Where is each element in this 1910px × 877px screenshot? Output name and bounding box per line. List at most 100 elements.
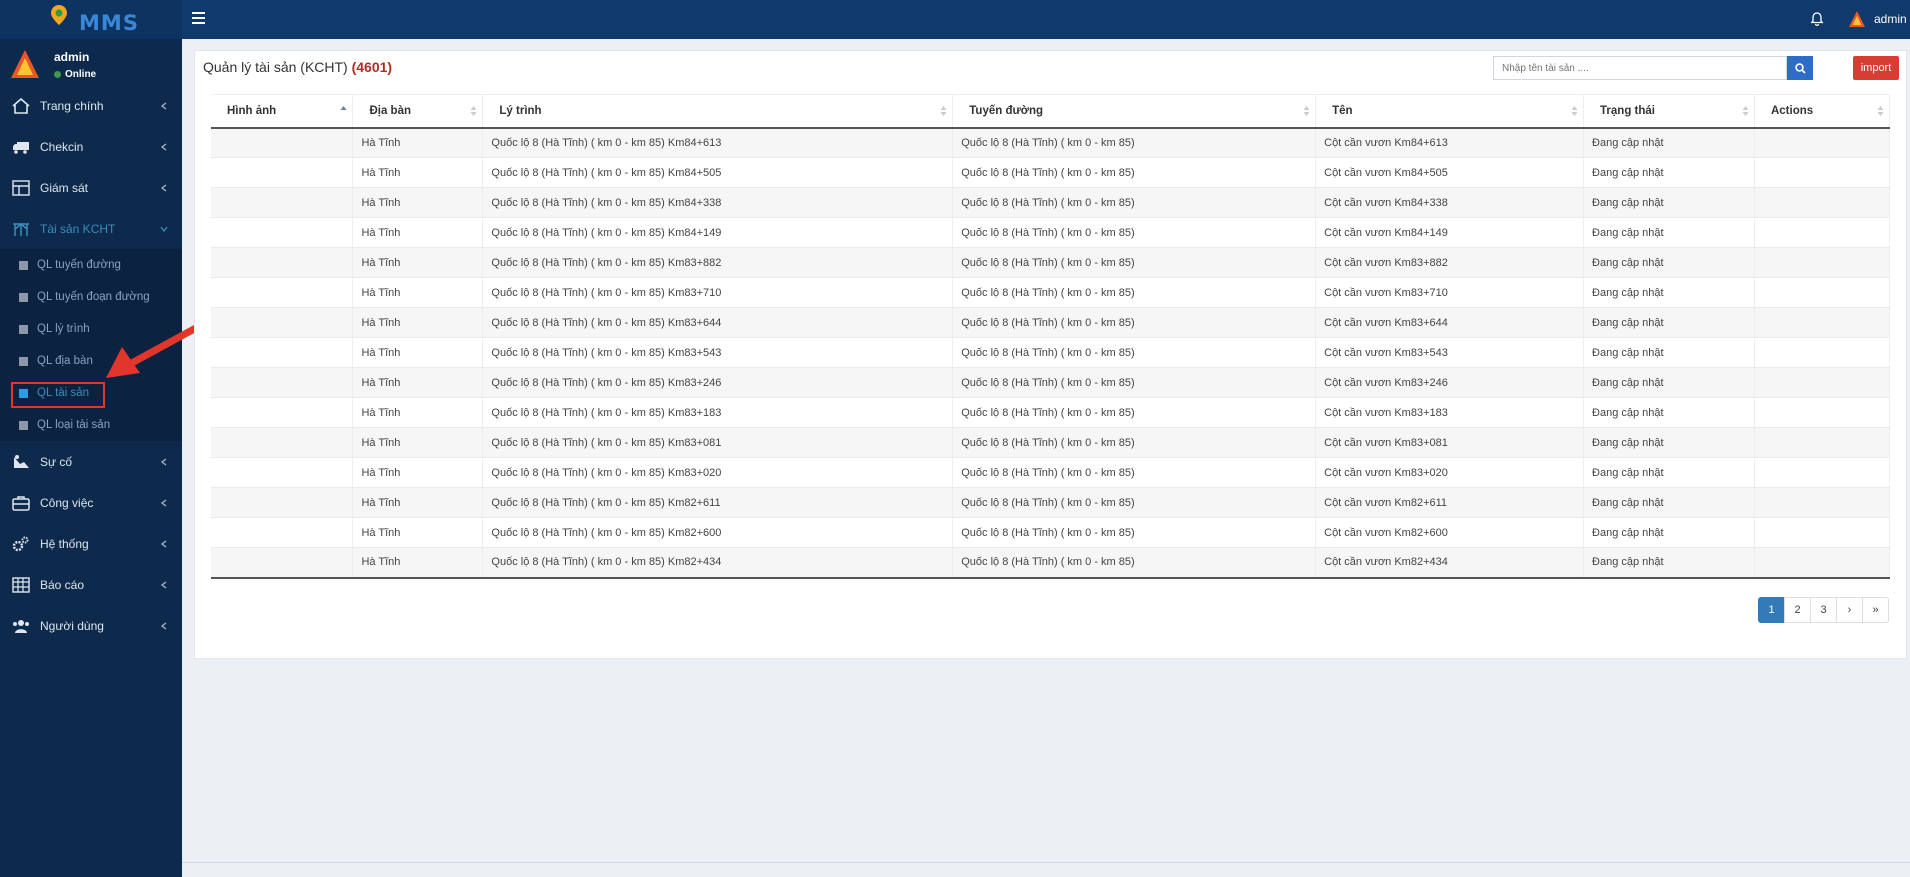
record-count: (4601): [351, 59, 393, 75]
sidebar-item-su-co[interactable]: Sự cố: [0, 441, 182, 482]
sidebar-item-he-thong[interactable]: Hệ thống: [0, 523, 182, 564]
table-row[interactable]: Hà Tĩnh Quốc lộ 8 (Hà Tĩnh) ( km 0 - km 8…: [211, 397, 1891, 428]
table-cell: Hà Tĩnh: [352, 247, 484, 278]
table-row[interactable]: Hà Tĩnh Quốc lộ 8 (Hà Tĩnh) ( km 0 - km 8…: [211, 307, 1891, 338]
logo-text: MMS: [79, 10, 139, 35]
table-row[interactable]: Hà Tĩnh Quốc lộ 8 (Hà Tĩnh) ( km 0 - km 8…: [211, 187, 1891, 218]
import-button[interactable]: import: [1853, 56, 1899, 80]
table-cell: Quốc lộ 8 (Hà Tĩnh) ( km 0 - km 85): [952, 127, 1317, 158]
sort-icon: [1877, 106, 1884, 116]
sidebar-item-nguoi-dung[interactable]: Người dùng: [0, 605, 182, 646]
table-cell: [1754, 457, 1891, 488]
table-row[interactable]: Hà Tĩnh Quốc lộ 8 (Hà Tĩnh) ( km 0 - km 8…: [211, 337, 1891, 368]
table-cell: [211, 457, 354, 488]
pagination: 1 2 3 › »: [1758, 597, 1889, 623]
table-row[interactable]: Hà Tĩnh Quốc lộ 8 (Hà Tĩnh) ( km 0 - km 8…: [211, 277, 1891, 308]
table-cell: [1754, 277, 1891, 308]
online-dot-icon: [54, 71, 61, 78]
table-cell: [211, 247, 354, 278]
table-cell: Quốc lộ 8 (Hà Tĩnh) ( km 0 - km 85): [952, 547, 1317, 579]
sidebar-item-label: Sự cố: [40, 454, 73, 469]
asset-panel: Quản lý tài sản (KCHT) (4601) import Hìn…: [194, 50, 1907, 659]
sidebar-item-giam-sat[interactable]: Giám sát: [0, 167, 182, 208]
table-cell: Quốc lộ 8 (Hà Tĩnh) ( km 0 - km 85): [952, 487, 1317, 518]
table-cell: Quốc lộ 8 (Hà Tĩnh) ( km 0 - km 85) Km84…: [482, 157, 954, 188]
sidebar-subitem-ql-tuyen-duong[interactable]: QL tuyến đường: [0, 249, 182, 281]
sort-icon: [470, 106, 477, 116]
table-row[interactable]: Hà Tĩnh Quốc lộ 8 (Hà Tĩnh) ( km 0 - km 8…: [211, 427, 1891, 458]
table-cell: Đang cập nhật: [1583, 547, 1755, 579]
table-row[interactable]: Hà Tĩnh Quốc lộ 8 (Hà Tĩnh) ( km 0 - km 8…: [211, 217, 1891, 248]
main-content: Quản lý tài sản (KCHT) (4601) import Hìn…: [182, 39, 1910, 877]
table-cell: [1754, 187, 1891, 218]
column-header-dia-ban[interactable]: Địa bàn: [352, 94, 484, 129]
column-header-ten[interactable]: Tên: [1315, 94, 1585, 129]
sidebar-item-label: Trang chính: [40, 98, 104, 113]
square-icon: [19, 292, 28, 302]
bell-icon[interactable]: [1809, 11, 1825, 27]
table-cell: Cột cần vươn Km83+183: [1315, 397, 1585, 428]
search-input[interactable]: [1493, 56, 1787, 80]
sidebar-subitem-ql-ly-trinh[interactable]: QL lý trình: [0, 313, 182, 345]
user-panel: admin Online: [0, 39, 182, 85]
last-page-button[interactable]: »: [1862, 597, 1889, 623]
column-header-hinh-anh[interactable]: Hình ảnh: [211, 94, 354, 129]
table-cell: Quốc lộ 8 (Hà Tĩnh) ( km 0 - km 85) Km83…: [482, 427, 954, 458]
table-cell: Đang cập nhật: [1583, 427, 1755, 458]
table-cell: Quốc lộ 8 (Hà Tĩnh) ( km 0 - km 85) Km83…: [482, 367, 954, 398]
user-avatar-icon[interactable]: [1848, 10, 1866, 28]
next-page-button[interactable]: ›: [1836, 597, 1863, 623]
table-cell: Cột cần vươn Km83+644: [1315, 307, 1585, 338]
column-header-tuyen-duong[interactable]: Tuyến đường: [952, 94, 1317, 129]
sidebar-item-cong-viec[interactable]: Công việc: [0, 482, 182, 523]
table-cell: Quốc lộ 8 (Hà Tĩnh) ( km 0 - km 85): [952, 367, 1317, 398]
table-cell: Hà Tĩnh: [352, 337, 484, 368]
sort-icon: [1571, 106, 1578, 116]
table-row[interactable]: Hà Tĩnh Quốc lộ 8 (Hà Tĩnh) ( km 0 - km 8…: [211, 517, 1891, 548]
column-header-label: Hình ảnh: [227, 104, 277, 117]
page-button-2[interactable]: 2: [1784, 597, 1811, 623]
table-cell: [211, 337, 354, 368]
table-cell: Quốc lộ 8 (Hà Tĩnh) ( km 0 - km 85) Km84…: [482, 187, 954, 218]
logo[interactable]: MMS: [0, 0, 182, 39]
column-header-trang-thai[interactable]: Trạng thái: [1583, 94, 1755, 129]
sidebar-item-tai-san-kcht[interactable]: Tài sản KCHT: [0, 208, 182, 249]
square-icon: [19, 420, 28, 430]
table-row[interactable]: Hà Tĩnh Quốc lộ 8 (Hà Tĩnh) ( km 0 - km 8…: [211, 367, 1891, 398]
sidebar-subitem-ql-dia-ban[interactable]: QL địa bàn: [0, 345, 182, 377]
chevron-left-icon: [160, 142, 167, 151]
table-cell: [211, 217, 354, 248]
header-user-name[interactable]: admin: [1874, 12, 1907, 26]
sidebar-subitem-ql-tuyen-doan-duong[interactable]: QL tuyến đoạn đường: [0, 281, 182, 313]
table-row[interactable]: Hà Tĩnh Quốc lộ 8 (Hà Tĩnh) ( km 0 - km 8…: [211, 487, 1891, 518]
sidebar-item-chekcin[interactable]: Chekcin: [0, 126, 182, 167]
table-cell: [211, 487, 354, 518]
table-row[interactable]: Hà Tĩnh Quốc lộ 8 (Hà Tĩnh) ( km 0 - km 8…: [211, 127, 1891, 158]
table-cell: Quốc lộ 8 (Hà Tĩnh) ( km 0 - km 85) Km83…: [482, 247, 954, 278]
table-cell: Cột cần vươn Km83+020: [1315, 457, 1585, 488]
sidebar-item-label: Báo cáo: [40, 577, 85, 592]
sidebar-item-trang-chinh[interactable]: Trang chính: [0, 85, 182, 126]
table-cell: Quốc lộ 8 (Hà Tĩnh) ( km 0 - km 85) Km82…: [482, 517, 954, 548]
table-row[interactable]: Hà Tĩnh Quốc lộ 8 (Hà Tĩnh) ( km 0 - km 8…: [211, 547, 1891, 579]
column-header-ly-trinh[interactable]: Lý trình: [482, 94, 954, 129]
sidebar-item-bao-cao[interactable]: Báo cáo: [0, 564, 182, 605]
truck-icon: [13, 141, 29, 154]
page-button-3[interactable]: 3: [1810, 597, 1837, 623]
sub-menu-tai-san: QL tuyến đường QL tuyến đoạn đường QL lý…: [0, 249, 182, 441]
sidebar-subitem-ql-tai-san[interactable]: QL tài sản: [0, 377, 182, 409]
menu-toggle-icon[interactable]: [192, 12, 205, 24]
table-cell: Cột cần vươn Km84+505: [1315, 157, 1585, 188]
table-cell: [211, 277, 354, 308]
table-cell: Đang cập nhật: [1583, 307, 1755, 338]
table-row[interactable]: Hà Tĩnh Quốc lộ 8 (Hà Tĩnh) ( km 0 - km 8…: [211, 247, 1891, 278]
column-header-label: Tên: [1332, 104, 1353, 117]
table-cell: Đang cập nhật: [1583, 277, 1755, 308]
square-icon: [19, 356, 28, 366]
table-row[interactable]: Hà Tĩnh Quốc lộ 8 (Hà Tĩnh) ( km 0 - km 8…: [211, 157, 1891, 188]
search-button[interactable]: [1787, 56, 1813, 80]
column-header-actions[interactable]: Actions: [1754, 94, 1891, 129]
table-row[interactable]: Hà Tĩnh Quốc lộ 8 (Hà Tĩnh) ( km 0 - km 8…: [211, 457, 1891, 488]
page-button-1[interactable]: 1: [1758, 597, 1785, 623]
sidebar-subitem-ql-loai-tai-san[interactable]: QL loại tài sản: [0, 409, 182, 441]
